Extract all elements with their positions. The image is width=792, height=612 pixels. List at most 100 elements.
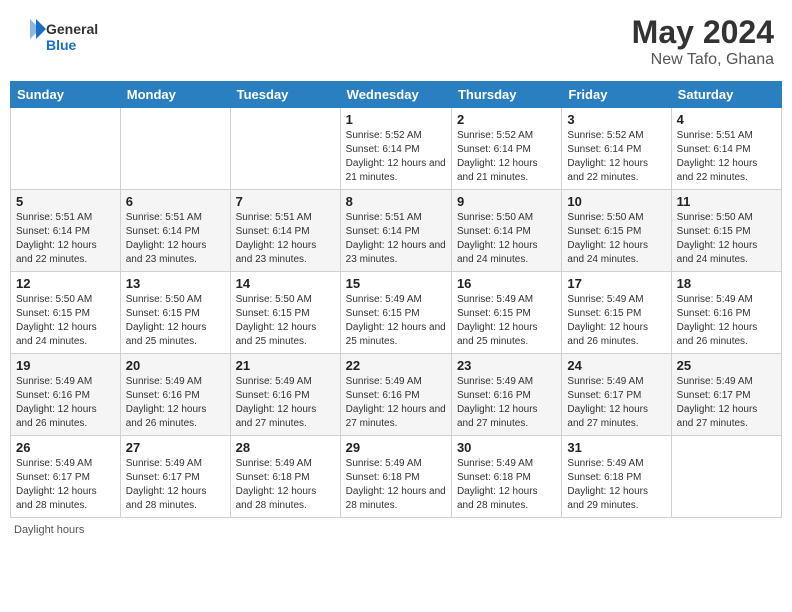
day-info: Sunrise: 5:49 AMSunset: 6:15 PMDaylight:… [567, 293, 665, 349]
calendar-cell: 19 Sunrise: 5:49 AMSunset: 6:16 PMDayligh… [11, 354, 121, 436]
calendar-cell: 29Sunrise: 5:49 AMSunset: 6:18 PMDayligh… [340, 436, 451, 518]
day-info: Sunrise: 5:49 AMSunset: 6:16 PMDaylight:… [236, 375, 335, 431]
calendar-cell [230, 108, 340, 190]
footer-note: Daylight hours [10, 524, 782, 536]
calendar-cell: 3Sunrise: 5:52 AMSunset: 6:14 PMDaylight… [562, 108, 671, 190]
day-number: 19 [16, 358, 115, 373]
calendar-cell [11, 108, 121, 190]
day-info: Sunrise: 5:49 AMSunset: 6:17 PMDaylight:… [126, 457, 225, 513]
day-number: 4 [677, 112, 776, 127]
day-number: 16 [457, 276, 556, 291]
day-info: Sunrise: 5:50 AMSunset: 6:15 PMDaylight:… [16, 293, 115, 349]
day-number: 13 [126, 276, 225, 291]
day-number: 1 [346, 112, 446, 127]
page-header: General Blue May 2024 New Tafo, Ghana [10, 10, 782, 73]
day-info: Sunrise: 5:50 AMSunset: 6:15 PMDaylight:… [126, 293, 225, 349]
location: New Tafo, Ghana [632, 51, 774, 69]
day-number: 11 [677, 194, 776, 209]
calendar-weekday-header: Wednesday [340, 82, 451, 108]
day-number: 8 [346, 194, 446, 209]
day-info: Sunrise: 5:51 AMSunset: 6:14 PMDaylight:… [677, 129, 776, 185]
calendar-week-row: 26 Sunrise: 5:49 AMSunset: 6:17 PMDayligh… [11, 436, 782, 518]
calendar-cell: 16 Sunrise: 5:49 AMSunset: 6:15 PMDayligh… [451, 272, 561, 354]
month-year: May 2024 [632, 14, 774, 51]
svg-text:General: General [46, 21, 98, 37]
day-info: Sunrise: 5:49 AMSunset: 6:16 PMDaylight:… [126, 375, 225, 431]
day-info: Sunrise: 5:49 AMSunset: 6:18 PMDaylight:… [567, 457, 665, 513]
calendar-cell: 9 Sunrise: 5:50 AMSunset: 6:14 PMDaylight… [451, 190, 561, 272]
calendar-cell [120, 108, 230, 190]
calendar-cell: 27 Sunrise: 5:49 AMSunset: 6:17 PMDayligh… [120, 436, 230, 518]
calendar-cell: 6 Sunrise: 5:51 AMSunset: 6:14 PMDaylight… [120, 190, 230, 272]
day-number: 27 [126, 440, 225, 455]
calendar-cell: 26 Sunrise: 5:49 AMSunset: 6:17 PMDayligh… [11, 436, 121, 518]
day-info: Sunrise: 5:49 AMSunset: 6:17 PMDaylight:… [567, 375, 665, 431]
day-number: 25 [677, 358, 776, 373]
day-info: Sunrise: 5:49 AMSunset: 6:18 PMDaylight:… [346, 457, 446, 513]
day-number: 17 [567, 276, 665, 291]
day-number: 5 [16, 194, 115, 209]
day-info: Sunrise: 5:50 AMSunset: 6:15 PMDaylight:… [567, 211, 665, 267]
calendar-cell: 25Sunrise: 5:49 AMSunset: 6:17 PMDayligh… [671, 354, 781, 436]
day-number: 30 [457, 440, 556, 455]
title-block: May 2024 New Tafo, Ghana [632, 14, 774, 69]
day-info: Sunrise: 5:49 AMSunset: 6:15 PMDaylight:… [457, 293, 556, 349]
day-info: Sunrise: 5:49 AMSunset: 6:16 PMDaylight:… [16, 375, 115, 431]
day-info: Sunrise: 5:49 AMSunset: 6:17 PMDaylight:… [16, 457, 115, 513]
day-number: 28 [236, 440, 335, 455]
day-number: 22 [346, 358, 446, 373]
day-number: 14 [236, 276, 335, 291]
calendar-cell: 7 Sunrise: 5:51 AMSunset: 6:14 PMDaylight… [230, 190, 340, 272]
day-number: 15 [346, 276, 446, 291]
day-number: 26 [16, 440, 115, 455]
day-info: Sunrise: 5:50 AMSunset: 6:14 PMDaylight:… [457, 211, 556, 267]
day-info: Sunrise: 5:52 AMSunset: 6:14 PMDaylight:… [457, 129, 556, 185]
calendar-weekday-header: Friday [562, 82, 671, 108]
calendar-header-row: SundayMondayTuesdayWednesdayThursdayFrid… [11, 82, 782, 108]
calendar-weekday-header: Monday [120, 82, 230, 108]
day-info: Sunrise: 5:52 AMSunset: 6:14 PMDaylight:… [346, 129, 446, 185]
calendar-cell: 5Sunrise: 5:51 AMSunset: 6:14 PMDaylight… [11, 190, 121, 272]
calendar-cell: 21 Sunrise: 5:49 AMSunset: 6:16 PMDayligh… [230, 354, 340, 436]
day-info: Sunrise: 5:50 AMSunset: 6:15 PMDaylight:… [236, 293, 335, 349]
calendar-cell [671, 436, 781, 518]
day-number: 24 [567, 358, 665, 373]
day-number: 18 [677, 276, 776, 291]
day-info: Sunrise: 5:50 AMSunset: 6:15 PMDaylight:… [677, 211, 776, 267]
day-info: Sunrise: 5:51 AMSunset: 6:14 PMDaylight:… [236, 211, 335, 267]
day-info: Sunrise: 5:49 AMSunset: 6:18 PMDaylight:… [236, 457, 335, 513]
calendar-cell: 31 Sunrise: 5:49 AMSunset: 6:18 PMDayligh… [562, 436, 671, 518]
day-info: Sunrise: 5:49 AMSunset: 6:16 PMDaylight:… [677, 293, 776, 349]
calendar-cell: 2Sunrise: 5:52 AMSunset: 6:14 PMDaylight… [451, 108, 561, 190]
calendar-week-row: 1 Sunrise: 5:52 AMSunset: 6:14 PMDaylight… [11, 108, 782, 190]
svg-text:Blue: Blue [46, 37, 77, 53]
calendar-week-row: 12 Sunrise: 5:50 AMSunset: 6:15 PMDayligh… [11, 272, 782, 354]
day-info: Sunrise: 5:49 AMSunset: 6:16 PMDaylight:… [457, 375, 556, 431]
calendar-cell: 18 Sunrise: 5:49 AMSunset: 6:16 PMDayligh… [671, 272, 781, 354]
calendar-week-row: 5 Sunrise: 5:51 AMSunset: 6:14 PMDaylight… [11, 190, 782, 272]
calendar-cell: 10 Sunrise: 5:50 AMSunset: 6:15 PMDayligh… [562, 190, 671, 272]
calendar-weekday-header: Sunday [11, 82, 121, 108]
day-number: 6 [126, 194, 225, 209]
calendar-cell: 24 Sunrise: 5:49 AMSunset: 6:17 PMDayligh… [562, 354, 671, 436]
day-info: Sunrise: 5:51 AMSunset: 6:14 PMDaylight:… [346, 211, 446, 267]
day-number: 9 [457, 194, 556, 209]
calendar-weekday-header: Tuesday [230, 82, 340, 108]
calendar-weekday-header: Saturday [671, 82, 781, 108]
logo: General Blue [18, 14, 108, 59]
day-number: 7 [236, 194, 335, 209]
day-info: Sunrise: 5:51 AMSunset: 6:14 PMDaylight:… [126, 211, 225, 267]
day-number: 20 [126, 358, 225, 373]
day-number: 31 [567, 440, 665, 455]
calendar-cell: 30Sunrise: 5:49 AMSunset: 6:18 PMDayligh… [451, 436, 561, 518]
calendar-cell: 1 Sunrise: 5:52 AMSunset: 6:14 PMDaylight… [340, 108, 451, 190]
day-number: 21 [236, 358, 335, 373]
calendar-cell: 23Sunrise: 5:49 AMSunset: 6:16 PMDayligh… [451, 354, 561, 436]
calendar-cell: 15 Sunrise: 5:49 AMSunset: 6:15 PMDayligh… [340, 272, 451, 354]
calendar-week-row: 19 Sunrise: 5:49 AMSunset: 6:16 PMDayligh… [11, 354, 782, 436]
day-number: 12 [16, 276, 115, 291]
calendar-cell: 11 Sunrise: 5:50 AMSunset: 6:15 PMDayligh… [671, 190, 781, 272]
day-number: 10 [567, 194, 665, 209]
day-info: Sunrise: 5:49 AMSunset: 6:15 PMDaylight:… [346, 293, 446, 349]
day-number: 3 [567, 112, 665, 127]
